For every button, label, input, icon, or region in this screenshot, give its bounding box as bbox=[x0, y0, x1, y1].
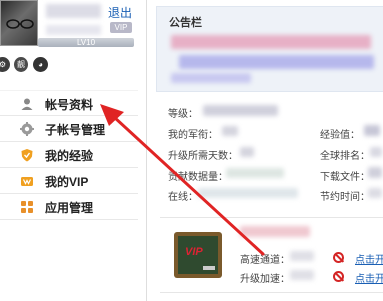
exp-value-blurred bbox=[364, 125, 380, 136]
upgrade-days-field-label: 升级所需天数： bbox=[168, 151, 238, 162]
qq-icon[interactable]: ◕ bbox=[33, 57, 48, 72]
level-bar: LV10 bbox=[38, 38, 134, 47]
level-value-blurred bbox=[203, 105, 278, 116]
download-value-blurred bbox=[368, 167, 382, 178]
sidebar-item-vip[interactable]: 我的VIP bbox=[0, 168, 138, 194]
divider bbox=[146, 0, 147, 301]
vip-badge: VIP bbox=[110, 22, 132, 33]
sidebar-item-label: 我的经验 bbox=[45, 149, 94, 163]
online-value-blurred bbox=[198, 188, 298, 198]
upload-value-blurred bbox=[226, 168, 284, 178]
forbidden-icon bbox=[333, 252, 344, 263]
fast-channel-value-blurred bbox=[290, 251, 314, 261]
liang-icon[interactable]: 靓 bbox=[14, 57, 28, 72]
notice-board: 公告栏 bbox=[156, 6, 383, 92]
user-icon bbox=[21, 98, 33, 110]
notice-content-blurred bbox=[171, 73, 251, 83]
saved-time-value-blurred bbox=[368, 188, 382, 198]
gear-icon bbox=[20, 122, 34, 136]
fast-channel-label: 高速通道： bbox=[240, 255, 290, 266]
saved-time-field-label: 节约时间： bbox=[320, 192, 370, 203]
sidebar-item-experience[interactable]: 我的经验 bbox=[0, 142, 138, 168]
download-field-label: 下载文件： bbox=[320, 172, 370, 183]
upgrade-boost-open-link[interactable]: 点击开 bbox=[355, 270, 383, 285]
notice-content-blurred bbox=[171, 35, 371, 49]
upgrade-boost-label: 升级加速： bbox=[240, 274, 290, 285]
vip-heading-blurred bbox=[240, 226, 310, 237]
sidebar-item-account-info[interactable]: 帐号资料 bbox=[0, 90, 138, 116]
user-id-blurred bbox=[46, 25, 101, 35]
global-rank-value-blurred bbox=[370, 147, 382, 157]
fast-channel-open-link[interactable]: 点击开 bbox=[355, 251, 383, 266]
online-field-label: 在线： bbox=[168, 192, 198, 203]
rank-value-blurred bbox=[222, 126, 238, 136]
upgrade-boost-value-blurred bbox=[290, 270, 314, 280]
sidebar-item-sub-account[interactable]: 子帐号管理 bbox=[0, 116, 138, 142]
level-label: LV10 bbox=[76, 38, 96, 47]
avatar[interactable] bbox=[0, 0, 38, 46]
sidebar-menu: 帐号资料 子帐号管理 我的经验 我的VIP 应用管理 bbox=[0, 90, 138, 220]
upload-field-label: 贡献数据量： bbox=[168, 172, 228, 183]
notice-title: 公告栏 bbox=[169, 17, 202, 29]
sidebar-item-label: 我的VIP bbox=[45, 175, 89, 189]
vip-icon bbox=[21, 177, 33, 186]
logout-link[interactable]: 退出 bbox=[108, 4, 132, 21]
sidebar-item-label: 子帐号管理 bbox=[45, 123, 106, 137]
global-rank-field-label: 全球排名： bbox=[320, 151, 370, 162]
upgrade-days-value-blurred bbox=[240, 147, 254, 157]
vip-board-icon: VIP bbox=[174, 232, 222, 278]
apps-grid-icon bbox=[21, 201, 33, 213]
username-blurred bbox=[46, 4, 101, 18]
sidebar-item-label: 帐号资料 bbox=[45, 98, 94, 112]
level-field-label: 等级： bbox=[168, 109, 198, 120]
shield-icon bbox=[21, 149, 33, 162]
exp-field-label: 经验值： bbox=[320, 130, 360, 141]
glasses-icon bbox=[6, 19, 34, 29]
forbidden-icon bbox=[333, 271, 344, 282]
vip-upgrade-box: VIP 高速通道： 升级加速： 点击开 点击开 bbox=[160, 217, 383, 293]
gear-icon[interactable]: ⚙ bbox=[0, 57, 10, 72]
notice-content-blurred bbox=[179, 55, 374, 69]
sidebar-item-app-management[interactable]: 应用管理 bbox=[0, 194, 138, 220]
vip-board-text: VIP bbox=[185, 246, 203, 258]
rank-field-label: 我的军衔： bbox=[168, 130, 218, 141]
sidebar-item-label: 应用管理 bbox=[45, 201, 94, 215]
left-panel: 退出 VIP LV10 ⚙ 靓 ◕ 帐号资料 子帐号管理 我的经验 我的VIP … bbox=[0, 0, 148, 301]
